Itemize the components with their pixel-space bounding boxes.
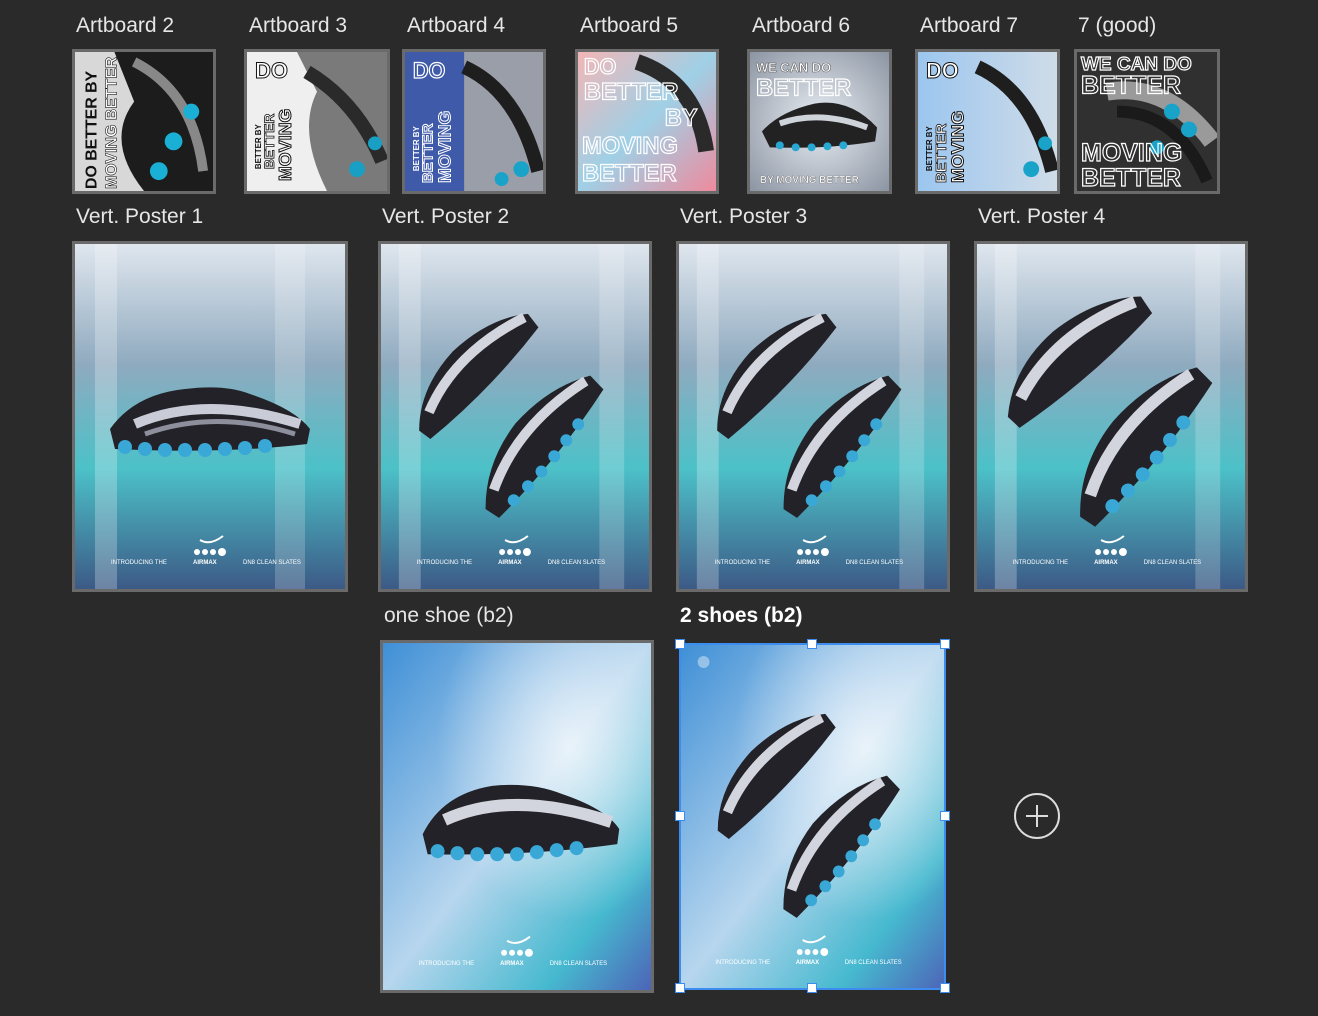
artboard-6-line3: BY MOVING BETTER <box>760 175 859 186</box>
artboard-7-line2: BETTER BY <box>925 125 934 171</box>
poster-footer-left: INTRODUCING THE <box>111 560 167 566</box>
artboard-3-line1: DO <box>255 58 288 83</box>
poster-b2-two-shoes-art: INTRODUCING THE AIRMAX DN8 CLEAN SLATES <box>680 644 945 989</box>
artboard-thumbnail[interactable]: DO BETTER BY MOVING BETTER <box>575 49 719 194</box>
artboard-4-line1: DO <box>413 58 446 83</box>
poster-footer-left: INTRODUCING THE <box>715 560 770 566</box>
artboard-4-art: DO BETTER BY MOVING BETTER <box>405 52 543 191</box>
artboard-thumbnail[interactable]: WE CAN DO BETTER BY MOVING BETTER <box>747 49 892 194</box>
poster-footer-center: AIRMAX <box>1094 560 1117 566</box>
artboard-4-line2: BETTER BY <box>412 125 421 171</box>
poster-footer-center: AIRMAX <box>796 560 819 566</box>
artboard-2-line2: MOVING BETTER <box>103 56 120 189</box>
poster-title[interactable]: Vert. Poster 2 <box>382 205 509 229</box>
artboard-5-line4: MOVING <box>582 133 678 159</box>
poster-title[interactable]: one shoe (b2) <box>384 604 514 628</box>
poster-thumbnail[interactable]: INTRODUCING THE AIRMAX DN8 CLEAN SLATES <box>974 241 1248 592</box>
resize-handle-bottom-right[interactable] <box>940 983 950 993</box>
artboard-2-art: DO BETTER BY MOVING BETTER <box>75 52 213 191</box>
artboard-5-line2: BETTER <box>584 80 679 106</box>
artboard-title[interactable]: Artboard 3 <box>249 14 347 38</box>
poster-thumbnail[interactable]: INTRODUCING THE AIRMAX DN8 CLEAN SLATES <box>72 241 348 592</box>
poster-title[interactable]: Vert. Poster 4 <box>978 205 1105 229</box>
artboard-4-line3: MOVING <box>434 111 454 183</box>
poster-b2-one-shoe-art: INTRODUCING THE AIRMAX DN8 CLEAN SLATES <box>383 643 651 990</box>
artboard-7-art: DO BETTER BY MOVING BETTER <box>918 52 1057 191</box>
artboard-7-line4: BETTER <box>934 123 950 183</box>
poster-footer-right: DN8 CLEAN SLATES <box>845 960 902 966</box>
poster-title[interactable]: Vert. Poster 3 <box>680 205 807 229</box>
artboard-5-line3: BY <box>665 105 698 131</box>
artboard-good-line2: BETTER <box>1081 72 1181 100</box>
poster-footer-right: DN8 CLEAN SLATES <box>548 560 605 566</box>
poster-two-shoes-art: INTRODUCING THE AIRMAX DN8 CLEAN SLATES <box>381 244 649 589</box>
poster-thumbnail-selected[interactable]: INTRODUCING THE AIRMAX DN8 CLEAN SLATES <box>680 644 945 989</box>
artboard-title[interactable]: Artboard 5 <box>580 14 678 38</box>
artboard-5-line1: DO <box>584 54 617 79</box>
poster-footer-center: AIRMAX <box>193 560 217 566</box>
poster-footer-left: INTRODUCING THE <box>419 961 474 967</box>
resize-handle-top[interactable] <box>807 639 817 649</box>
artboard-7-line1: DO <box>926 58 959 83</box>
resize-handle-top-left[interactable] <box>675 639 685 649</box>
artboard-title[interactable]: 7 (good) <box>1078 14 1156 38</box>
artboard-thumbnail[interactable]: DO BETTER BY MOVING BETTER <box>402 49 546 194</box>
artboard-6-line2: BETTER <box>756 75 851 102</box>
artboard-7-line3: MOVING <box>948 111 968 183</box>
poster-footer-left: INTRODUCING THE <box>715 960 770 966</box>
artboard-4-line4: BETTER <box>421 123 437 183</box>
artboard-5-art: DO BETTER BY MOVING BETTER <box>578 52 716 191</box>
artboard-thumbnail[interactable]: DO BETTER BY MOVING BETTER <box>72 49 216 194</box>
poster-footer-center: AIRMAX <box>796 960 819 966</box>
poster-footer-right: DN8 CLEAN SLATES <box>243 560 301 566</box>
poster-title-selected[interactable]: 2 shoes (b2) <box>680 604 803 628</box>
poster-thumbnail[interactable]: INTRODUCING THE AIRMAX DN8 CLEAN SLATES <box>380 640 654 993</box>
poster-footer-right: DN8 CLEAN SLATES <box>1144 560 1201 566</box>
poster-two-shoes-art: INTRODUCING THE AIRMAX DN8 CLEAN SLATES <box>977 244 1245 589</box>
artboard-title[interactable]: Artboard 4 <box>407 14 505 38</box>
artboard-6-art: WE CAN DO BETTER BY MOVING BETTER <box>750 52 889 191</box>
poster-footer-right: DN8 CLEAN SLATES <box>846 560 903 566</box>
poster-footer-center: AIRMAX <box>498 560 521 566</box>
poster-footer-center: AIRMAX <box>500 961 523 967</box>
poster-one-shoe-art: INTRODUCING THE AIRMAX DN8 CLEAN SLATES <box>75 244 345 589</box>
plus-circle-icon[interactable] <box>1014 793 1060 839</box>
artboard-3-art: DO BETTER BY MOVING BETTER <box>247 52 387 191</box>
artboard-3-line4: BETTER <box>261 114 277 170</box>
poster-footer-right: DN8 CLEAN SLATES <box>550 961 607 967</box>
artboard-good-art: WE CAN DO BETTER MOVING BETTER <box>1077 52 1217 191</box>
resize-handle-top-right[interactable] <box>940 639 950 649</box>
poster-footer-left: INTRODUCING THE <box>1013 560 1068 566</box>
poster-thumbnail[interactable]: INTRODUCING THE AIRMAX DN8 CLEAN SLATES <box>378 241 652 592</box>
artboard-5-line5: BETTER <box>582 161 677 187</box>
artboard-3-line3: MOVING <box>275 109 295 181</box>
resize-handle-bottom-left[interactable] <box>675 983 685 993</box>
artboard-thumbnail[interactable]: DO BETTER BY MOVING BETTER <box>244 49 390 194</box>
poster-title[interactable]: Vert. Poster 1 <box>76 205 203 229</box>
artboard-title[interactable]: Artboard 2 <box>76 14 174 38</box>
artboard-title[interactable]: Artboard 7 <box>920 14 1018 38</box>
artboard-6-line1: WE CAN DO <box>756 60 831 75</box>
artboard-thumbnail[interactable]: DO BETTER BY MOVING BETTER <box>915 49 1060 194</box>
artboard-title[interactable]: Artboard 6 <box>752 14 850 38</box>
poster-thumbnail[interactable]: INTRODUCING THE AIRMAX DN8 CLEAN SLATES <box>676 241 950 592</box>
resize-handle-bottom[interactable] <box>807 983 817 993</box>
artboard-good-line4: BETTER <box>1081 164 1181 191</box>
resize-handle-right[interactable] <box>940 811 950 821</box>
poster-footer-left: INTRODUCING THE <box>417 560 472 566</box>
poster-two-shoes-art: INTRODUCING THE AIRMAX DN8 CLEAN SLATES <box>679 244 947 589</box>
artboard-good-line3: MOVING <box>1081 139 1182 167</box>
resize-handle-left[interactable] <box>675 811 685 821</box>
artboard-thumbnail[interactable]: WE CAN DO BETTER MOVING BETTER <box>1074 49 1220 194</box>
artboard-2-line1: DO BETTER BY <box>84 70 101 189</box>
